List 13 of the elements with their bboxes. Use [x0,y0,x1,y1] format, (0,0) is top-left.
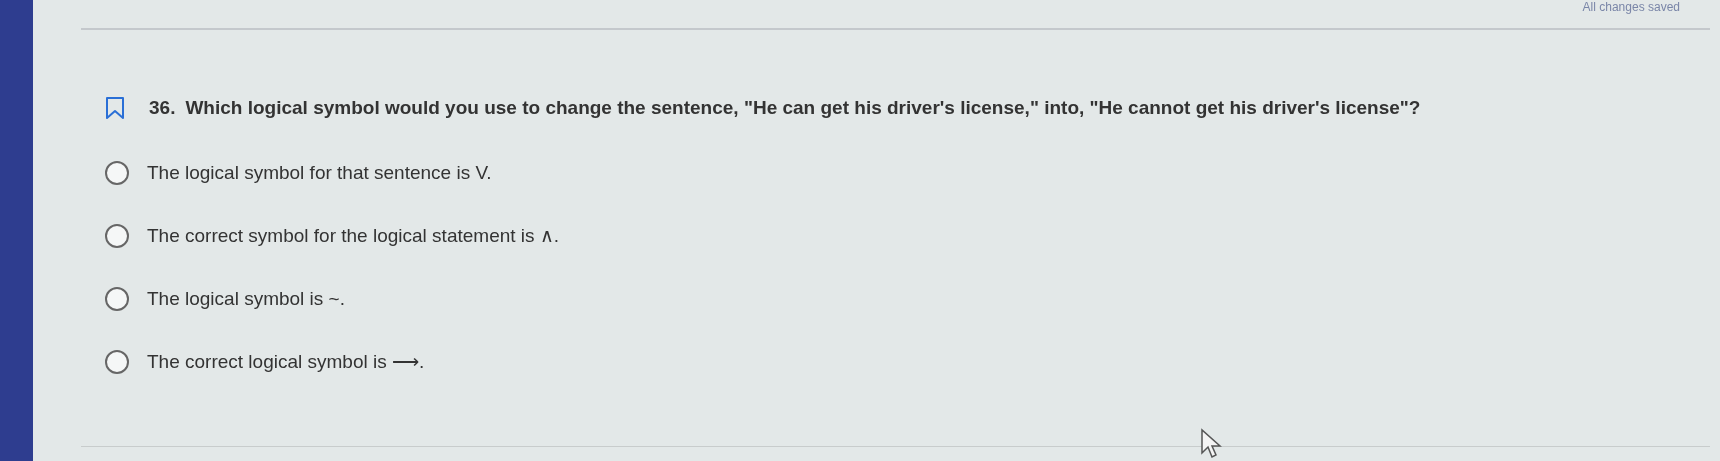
radio-button[interactable] [105,223,129,248]
question-text: Which logical symbol would you use to change the sentence, "He can get his driver's license," into, "He cannot get his driver's license"? [185,97,1421,119]
pointer-icon [1200,428,1222,460]
bookmark-icon[interactable] [105,96,125,120]
option-label[interactable]: The logical symbol is ~. [147,287,345,310]
option-label[interactable]: The correct logical symbol is ⟶. [147,350,425,373]
question-number: 36. [149,97,176,119]
option-label[interactable]: The logical symbol for that sentence is V. [147,161,492,184]
radio-button[interactable] [105,160,129,185]
radio-button[interactable] [105,349,129,374]
save-status: All changes saved [1582,0,1681,14]
radio-button[interactable] [105,286,129,311]
option-label[interactable]: The correct symbol for the logical statement is ∧. [147,224,560,247]
